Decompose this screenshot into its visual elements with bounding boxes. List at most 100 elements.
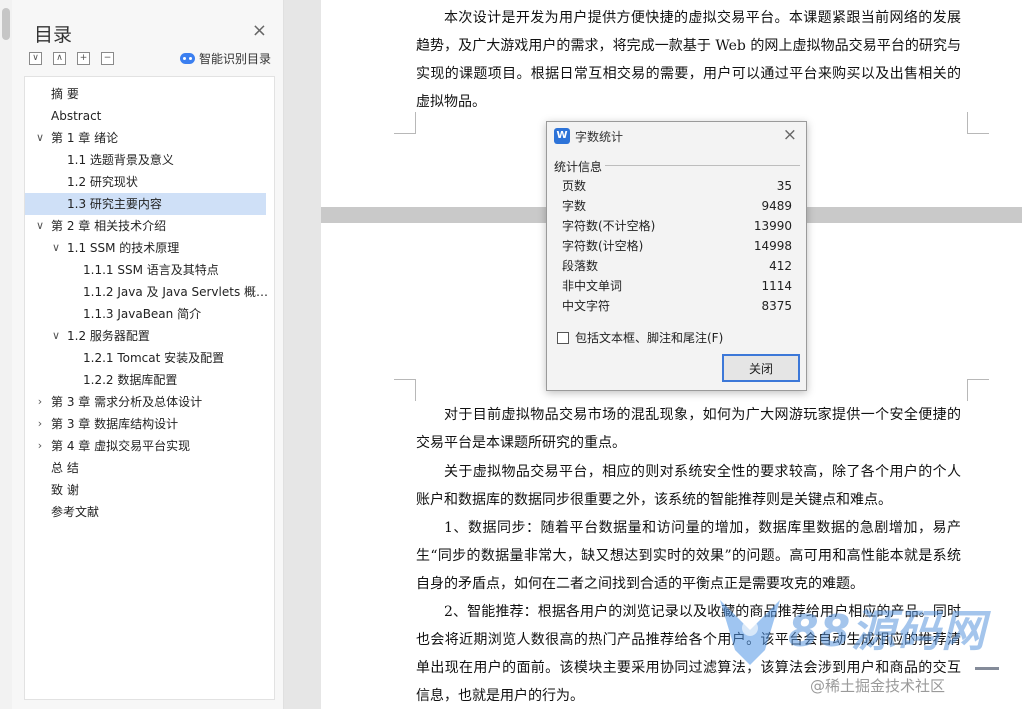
toc-item-label: 摘 要 <box>51 87 79 101</box>
toc-item-label: 1.1 SSM 的技术原理 <box>67 241 180 255</box>
close-button[interactable]: 关闭 <box>722 354 800 382</box>
toc-item-label: 1.1 选题背景及意义 <box>67 153 174 167</box>
stat-row: 中文字符 8375 <box>562 296 792 316</box>
chevron-down-icon[interactable]: ∨ <box>34 127 46 149</box>
toc-item[interactable]: ∨ 第 1 章 绪论 <box>25 127 274 149</box>
stat-row: 页数 35 <box>562 176 792 196</box>
stat-row: 字数 9489 <box>562 196 792 216</box>
toc-navigation-pane: 目录 × ∨ ∧ + − 智能识别目录 摘 要 Abstract ∨ 第 1 章 绪论… <box>12 0 284 709</box>
nav-toolbar: ∨ ∧ + − <box>29 52 114 65</box>
toc-item[interactable]: › 第 4 章 虚拟交易平台实现 <box>25 435 274 457</box>
stat-value: 14998 <box>753 239 792 253</box>
stat-row: 段落数 412 <box>562 256 792 276</box>
toc-item-label: 1.1.1 SSM 语言及其特点 <box>83 263 219 277</box>
add-heading-icon[interactable]: + <box>77 52 90 65</box>
toc-item[interactable]: › 第 3 章 需求分析及总体设计 <box>25 391 274 413</box>
left-scrollbar-thumb[interactable] <box>2 8 10 40</box>
toc-item-label: 总 结 <box>51 461 79 475</box>
stat-label: 中文字符 <box>562 299 611 313</box>
toc-item[interactable]: 1.2.1 Tomcat 安装及配置 <box>25 347 274 369</box>
chevron-down-icon[interactable]: ∨ <box>50 325 62 347</box>
toc-item-label: 参考文献 <box>51 505 100 519</box>
doc-paragraph: 1、数据同步：随着平台数据量和访问量的增加，数据库里数据的急剧增加，易产生“同步… <box>416 520 961 592</box>
doc-paragraph: 2、智能推荐：根据各用户的浏览记录以及收藏的商品推荐给用户相应的产品。同时也会将… <box>416 604 961 704</box>
stat-value: 35 <box>776 179 792 193</box>
include-textbox-footnotes-checkbox[interactable]: 包括文本框、脚注和尾注(F) <box>557 329 723 346</box>
stat-value: 13990 <box>753 219 792 233</box>
toc-item-label: 1.2.1 Tomcat 安装及配置 <box>83 351 225 365</box>
toc-item[interactable]: ∨ 1.2 服务器配置 <box>25 325 274 347</box>
nav-title: 目录 <box>34 24 73 46</box>
dialog-titlebar[interactable]: W 字数统计 × <box>547 122 806 150</box>
doc-paragraph: 对于目前虚拟物品交易市场的混乱现象，如何为广大网游玩家提供一个安全便捷的交易平台… <box>416 407 961 451</box>
section-divider <box>605 165 800 166</box>
wps-writer-icon: W <box>554 128 570 144</box>
toc-item-label: 第 4 章 虚拟交易平台实现 <box>51 439 191 453</box>
stat-label: 非中文单词 <box>562 279 623 293</box>
stats-section-label: 统计信息 <box>554 160 603 174</box>
ai-robot-icon <box>179 53 195 64</box>
chevron-right-icon[interactable]: › <box>34 413 46 435</box>
toc-item[interactable]: 1.1.1 SSM 语言及其特点 <box>25 259 274 281</box>
toc-item-label: 第 3 章 需求分析及总体设计 <box>51 395 203 409</box>
crop-mark <box>394 112 416 134</box>
toc-item-label: 致 谢 <box>51 483 79 497</box>
stat-value: 9489 <box>761 199 792 213</box>
stat-value: 8375 <box>761 299 792 313</box>
stat-label: 字符数(不计空格) <box>562 219 656 233</box>
dialog-close-icon[interactable]: × <box>783 125 797 145</box>
checkbox-label: 包括文本框、脚注和尾注(F) <box>575 331 724 345</box>
word-count-dialog: W 字数统计 × 统计信息 页数 35 字数 9489 字符数(不计空格) 13990 字符… <box>546 121 807 391</box>
toc-item-label: 第 2 章 相关技术介绍 <box>51 219 167 233</box>
toc-item[interactable]: 致 谢 <box>25 479 274 501</box>
checkbox-box[interactable] <box>557 331 569 344</box>
toc-item-label: 1.2 服务器配置 <box>67 329 150 343</box>
toc-item[interactable]: 摘 要 <box>25 83 274 105</box>
stat-value: 412 <box>769 259 792 273</box>
toc-item[interactable]: 1.2.2 数据库配置 <box>25 369 274 391</box>
toc-item[interactable]: 1.1 选题背景及意义 <box>25 149 274 171</box>
chevron-right-icon[interactable]: › <box>34 391 46 413</box>
doc-paragraph: 本次设计是开发为用户提供方便快捷的虚拟交易平台。本课题紧跟当前网络的发展趋势，及… <box>416 10 961 110</box>
stat-value: 1114 <box>761 279 792 293</box>
toc-item-label: 第 3 章 数据库结构设计 <box>51 417 179 431</box>
chevron-down-icon[interactable]: ∨ <box>50 237 62 259</box>
toc-item[interactable]: 总 结 <box>25 457 274 479</box>
dialog-title: 字数统计 <box>575 130 624 144</box>
toc-item[interactable]: ∨ 1.1 SSM 的技术原理 <box>25 237 274 259</box>
crop-mark <box>967 112 989 134</box>
toc-item[interactable]: 1.1.2 Java 及 Java Servlets 概… <box>25 281 274 303</box>
toc-item[interactable]: 1.1.3 JavaBean 简介 <box>25 303 274 325</box>
toc-item-label: 1.1.3 JavaBean 简介 <box>83 307 202 321</box>
toc-item[interactable]: Abstract <box>25 105 274 127</box>
crop-mark <box>967 379 989 401</box>
stat-row: 非中文单词 1114 <box>562 276 792 296</box>
collapse-all-icon[interactable]: ∨ <box>29 52 42 65</box>
doc-paragraph: 关于虚拟物品交易平台，相应的则对系统安全性的要求较高，除了各个用户的个人账户和数… <box>416 464 961 508</box>
chevron-down-icon[interactable]: ∨ <box>34 215 46 237</box>
toc-item[interactable]: 1.2 研究现状 <box>25 171 274 193</box>
chevron-right-icon[interactable]: › <box>34 435 46 457</box>
stat-row: 字符数(计空格) 14998 <box>562 236 792 256</box>
remove-heading-icon[interactable]: − <box>101 52 114 65</box>
stat-row: 字符数(不计空格) 13990 <box>562 216 792 236</box>
stat-label: 字数 <box>562 199 587 213</box>
stat-label: 字符数(计空格) <box>562 239 644 253</box>
crop-mark <box>394 379 416 401</box>
nav-close-icon[interactable]: × <box>252 20 267 41</box>
toc-item-label: 1.2 研究现状 <box>67 175 138 189</box>
stat-label: 段落数 <box>562 259 599 273</box>
smart-toc-label: 智能识别目录 <box>198 52 271 66</box>
left-scrollbar[interactable] <box>0 0 12 709</box>
toc-item[interactable]: › 第 3 章 数据库结构设计 <box>25 413 274 435</box>
toc-item[interactable]: 1.3 研究主要内容 <box>25 193 266 215</box>
toc-item[interactable]: ∨ 第 2 章 相关技术介绍 <box>25 215 274 237</box>
toc-item-label: 1.3 研究主要内容 <box>67 197 162 211</box>
toc-item-label: Abstract <box>51 109 102 123</box>
stat-label: 页数 <box>562 179 587 193</box>
expand-all-icon[interactable]: ∧ <box>53 52 66 65</box>
toc-item[interactable]: 参考文献 <box>25 501 274 523</box>
toc-item-label: 1.1.2 Java 及 Java Servlets 概… <box>83 285 269 299</box>
smart-toc-button[interactable]: 智能识别目录 <box>179 50 271 67</box>
toc-item-label: 第 1 章 绪论 <box>51 131 119 145</box>
